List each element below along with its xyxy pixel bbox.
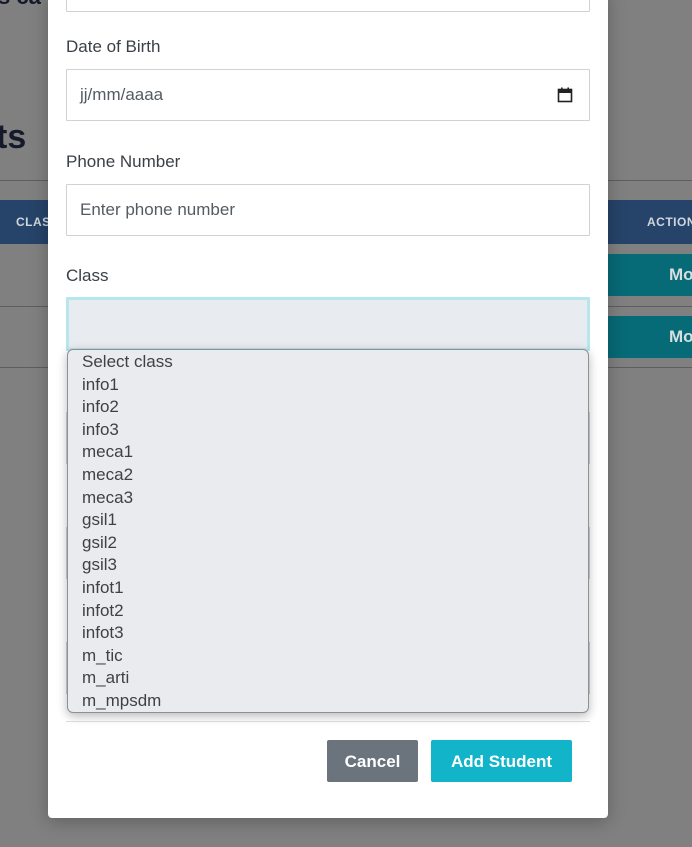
dropdown-option[interactable]: info3 <box>68 419 588 442</box>
phone-input[interactable]: Enter phone number <box>66 184 590 236</box>
dob-input[interactable]: jj/mm/aaaa <box>66 69 590 121</box>
dropdown-option[interactable]: infot2 <box>68 600 588 623</box>
dropdown-option[interactable]: info1 <box>68 374 588 397</box>
dropdown-option[interactable]: gsil3 <box>68 554 588 577</box>
add-student-button[interactable]: Add Student <box>431 740 572 782</box>
dropdown-option[interactable]: m_mpsdm <box>68 690 588 712</box>
phone-placeholder: Enter phone number <box>80 200 235 219</box>
calendar-icon[interactable] <box>557 87 573 103</box>
dropdown-option[interactable]: meca1 <box>68 441 588 464</box>
table-header-class: CLAS <box>16 215 51 229</box>
dropdown-option[interactable]: Select class <box>68 351 588 374</box>
class-label: Class <box>66 266 109 285</box>
modal-footer-divider <box>66 721 590 722</box>
dob-placeholder: jj/mm/aaaa <box>80 85 164 104</box>
previous-field-input[interactable] <box>66 0 590 12</box>
dropdown-option[interactable]: m_arti <box>68 667 588 690</box>
dob-label: Date of Birth <box>66 37 161 56</box>
phone-label: Phone Number <box>66 152 181 171</box>
row-action-button[interactable]: Mo <box>607 254 692 296</box>
background-top-text: s ca <box>0 0 41 10</box>
row-action-button[interactable]: Mo <box>607 316 692 358</box>
class-select[interactable] <box>66 297 590 351</box>
class-dropdown-list: Select class info1 info2 info3 meca1 mec… <box>67 349 589 713</box>
table-header-actions: ACTION <box>647 215 692 229</box>
dropdown-option[interactable]: meca3 <box>68 487 588 510</box>
dropdown-option[interactable]: info2 <box>68 396 588 419</box>
background-page-title: ts <box>0 118 27 156</box>
dropdown-option[interactable]: meca2 <box>68 464 588 487</box>
dropdown-option[interactable]: infot1 <box>68 577 588 600</box>
dropdown-option[interactable]: m_tic <box>68 645 588 668</box>
dropdown-option[interactable]: infot3 <box>68 622 588 645</box>
dropdown-option[interactable]: gsil1 <box>68 509 588 532</box>
cancel-button[interactable]: Cancel <box>327 740 418 782</box>
dropdown-option[interactable]: gsil2 <box>68 532 588 555</box>
